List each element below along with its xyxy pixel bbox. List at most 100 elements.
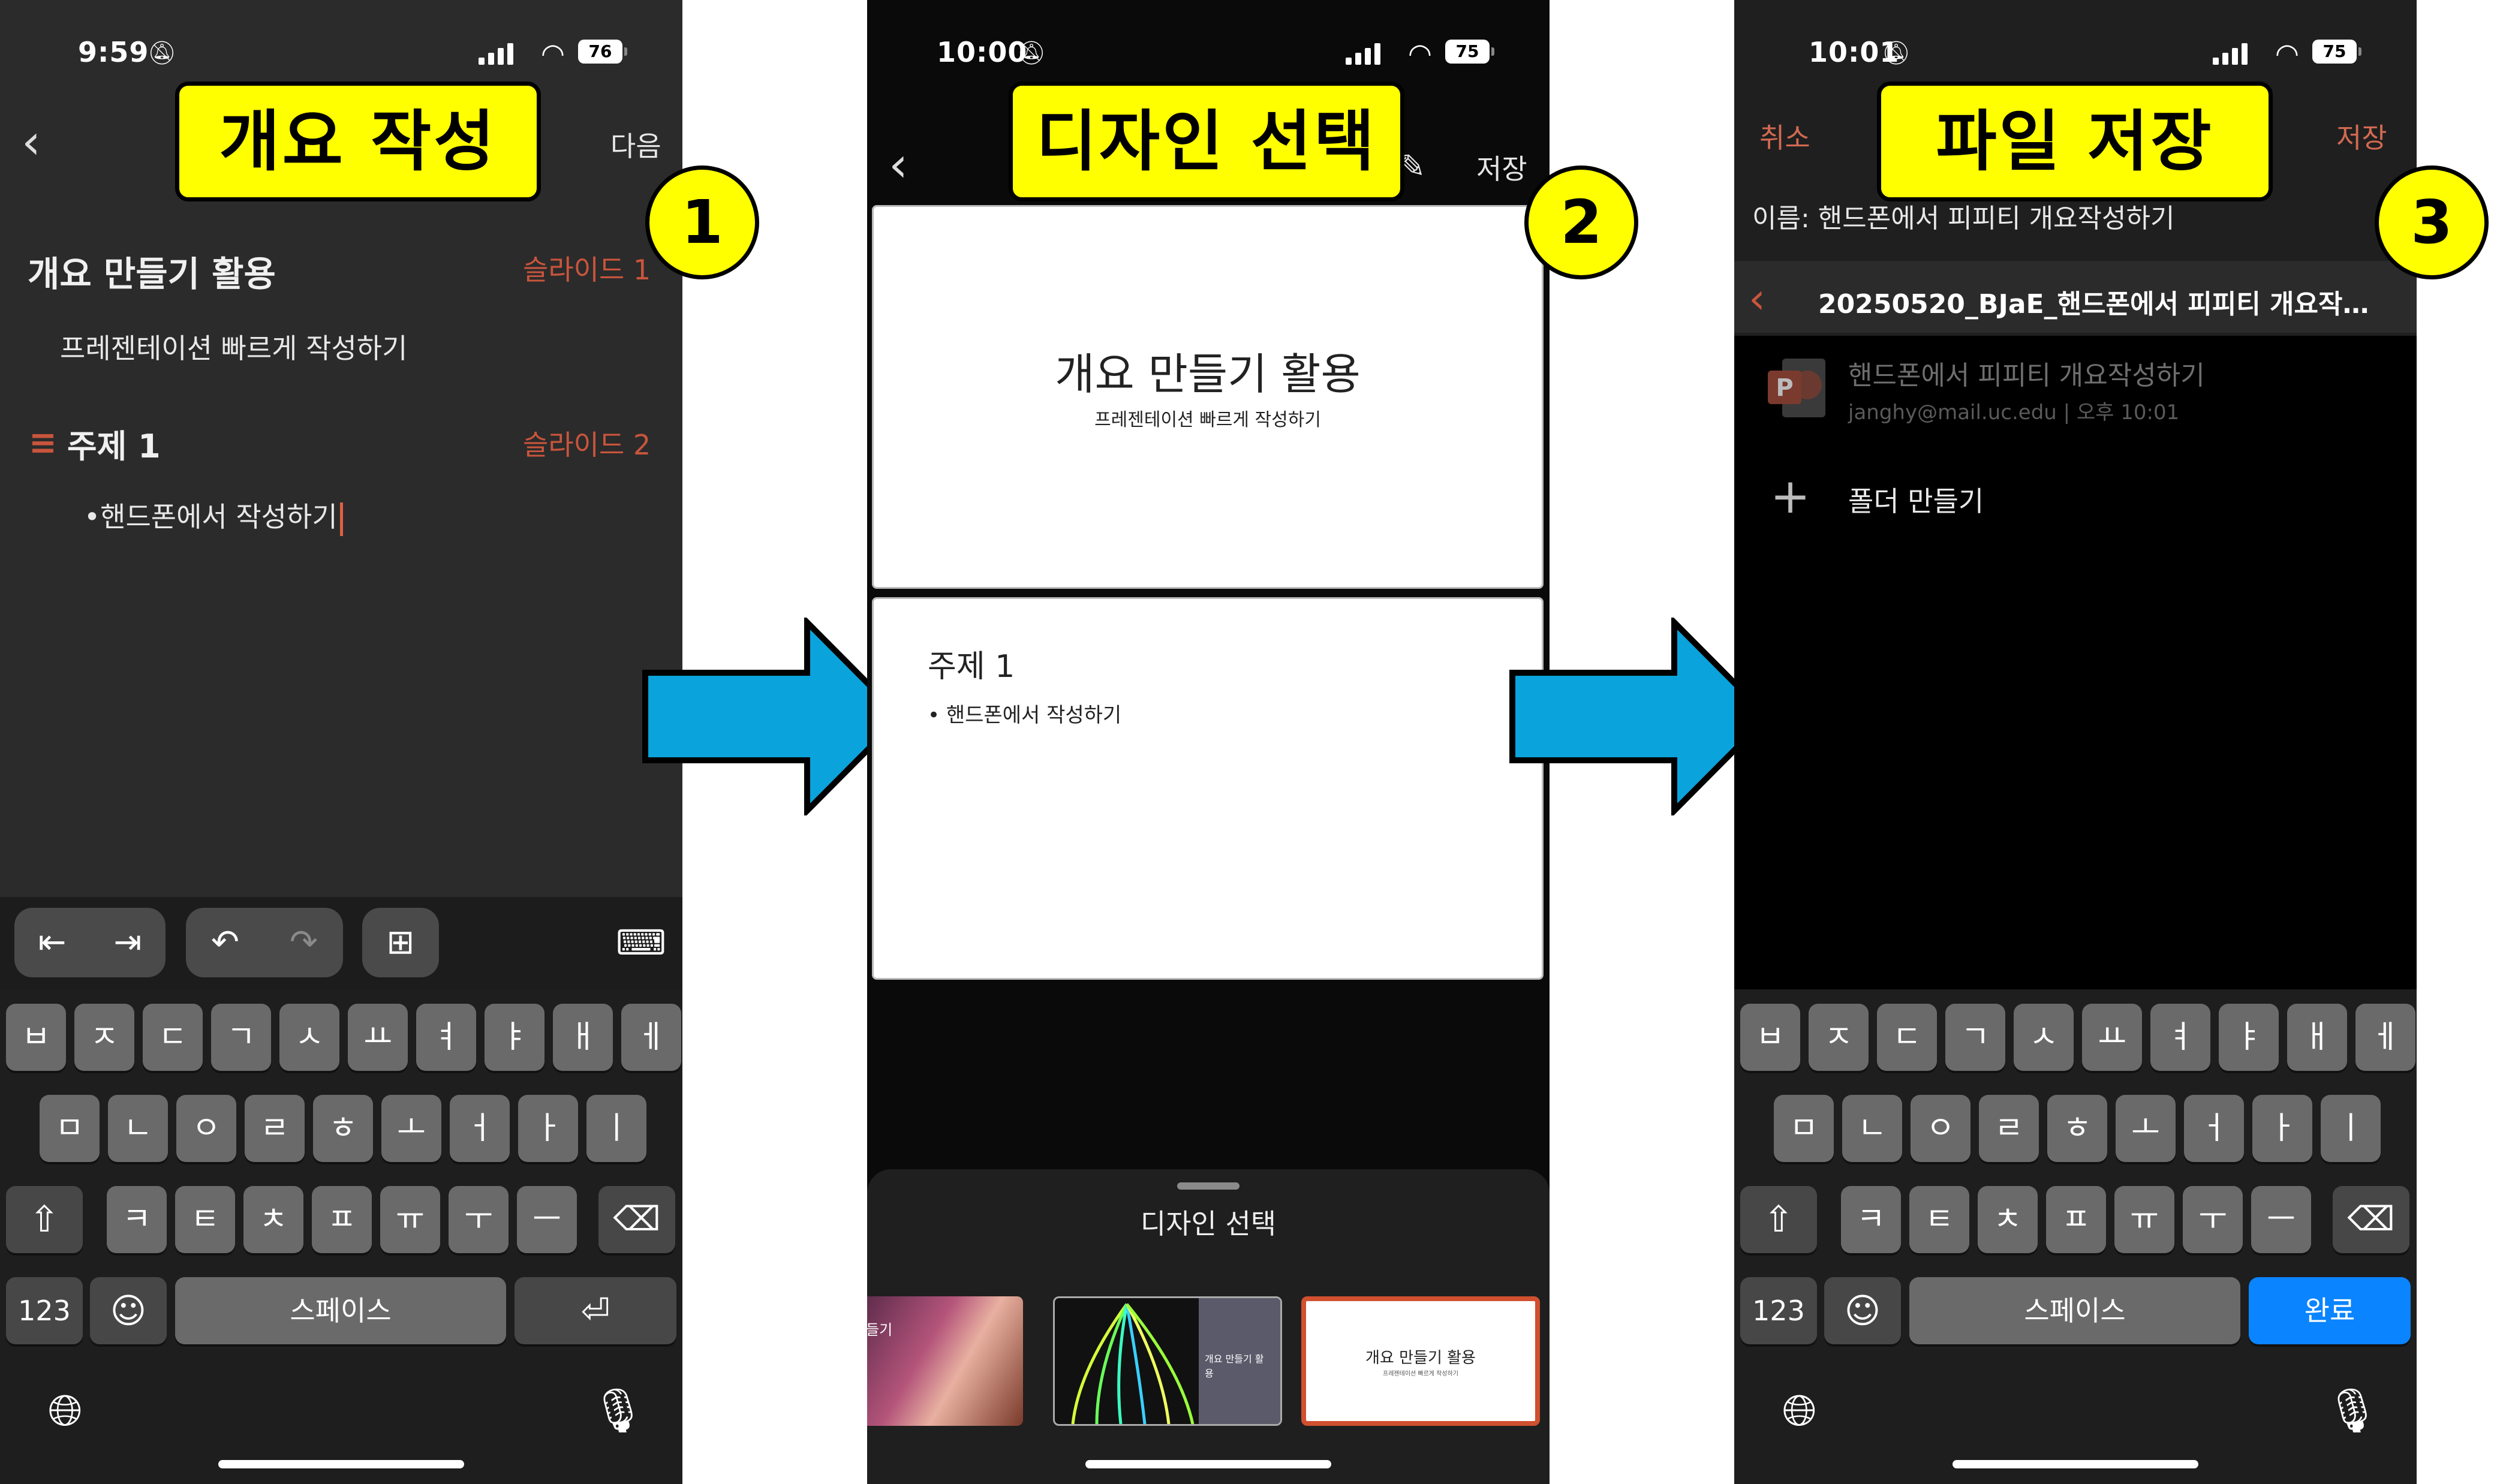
key-6[interactable]: ㅜ — [449, 1186, 509, 1253]
slide-preview-1[interactable]: 개요 만들기 활용 프레젠테이션 빠르게 작성하기 — [872, 205, 1544, 589]
key-3[interactable]: ㅊ — [243, 1186, 303, 1253]
key-4[interactable]: ㄱ — [211, 1004, 271, 1071]
undo-icon[interactable]: ↶ — [186, 908, 264, 977]
format-toolbar: ⇤ ⇥ ↶ ↷ ⊞ ⌨ — [0, 897, 682, 989]
backspace-key[interactable]: ⌫ — [598, 1186, 675, 1253]
key-4[interactable]: ㅍ — [312, 1186, 372, 1253]
key-5[interactable]: ㅠ — [2114, 1186, 2174, 1253]
key-7[interactable]: ㅕ — [2150, 1004, 2210, 1071]
key-9[interactable]: ㅐ — [553, 1004, 613, 1071]
key-4[interactable]: ㄱ — [1945, 1004, 2005, 1071]
return-key[interactable]: ⏎ — [515, 1277, 676, 1344]
key-2[interactable]: ㅈ — [74, 1004, 134, 1071]
key-4[interactable]: ㄹ — [245, 1095, 305, 1162]
key-6[interactable]: ㅜ — [2183, 1186, 2243, 1253]
step-label-1: 개요 작성 — [175, 82, 541, 201]
numbers-key[interactable]: 123 — [6, 1277, 83, 1344]
key-5[interactable]: ㅎ — [313, 1095, 373, 1162]
key-9[interactable]: ㅣ — [2321, 1095, 2381, 1162]
emoji-key[interactable]: ☺ — [90, 1277, 167, 1344]
key-8[interactable]: ㅏ — [518, 1095, 578, 1162]
key-2[interactable]: ㅌ — [1909, 1186, 1969, 1253]
cancel-button[interactable]: 취소 — [1759, 116, 1810, 156]
key-6[interactable]: ㅗ — [381, 1095, 441, 1162]
new-folder-button[interactable]: 폴더 만들기 — [1848, 480, 1984, 519]
space-key[interactable]: 스페이스 — [175, 1277, 506, 1344]
key-7[interactable]: ㅡ — [2251, 1186, 2311, 1253]
key-5[interactable]: ㅎ — [2047, 1095, 2107, 1162]
outline-topic[interactable]: 주제 1 — [67, 420, 161, 467]
key-4[interactable]: ㄹ — [1979, 1095, 2039, 1162]
existing-file-name[interactable]: 핸드폰에서 피피티 개요작성하기 — [1848, 354, 2205, 392]
key-1[interactable]: ㅁ — [40, 1095, 100, 1162]
save-button[interactable]: 저장 — [1476, 148, 1527, 187]
outline-subtitle[interactable]: 프레젠테이션 빠르게 작성하기 — [60, 327, 407, 366]
back-chevron-icon[interactable]: ‹ — [1749, 274, 1765, 323]
key-6[interactable]: ㅛ — [348, 1004, 408, 1071]
keyboard-hide-icon[interactable]: ⌨ — [614, 908, 668, 977]
key-9[interactable]: ㅣ — [586, 1095, 646, 1162]
key-3[interactable]: ㅊ — [1978, 1186, 2038, 1253]
file-name-field[interactable]: 이름: 핸드폰에서 피피티 개요작성하기 — [1752, 197, 2174, 235]
key-8[interactable]: ㅏ — [2252, 1095, 2312, 1162]
key-6[interactable]: ㅗ — [2116, 1095, 2176, 1162]
done-key[interactable]: 완료 — [2249, 1277, 2411, 1344]
next-button[interactable]: 다음 — [610, 125, 661, 164]
microphone-icon[interactable]: 🎙︎ — [591, 1385, 645, 1436]
key-5[interactable]: ㅅ — [2014, 1004, 2074, 1071]
key-2[interactable]: ㄴ — [1842, 1095, 1902, 1162]
backspace-key[interactable]: ⌫ — [2333, 1186, 2409, 1253]
key-1[interactable]: ㅂ — [1740, 1004, 1800, 1071]
key-10[interactable]: ㅔ — [621, 1004, 681, 1071]
key-7[interactable]: ㅓ — [450, 1095, 510, 1162]
key-3[interactable]: ㅇ — [176, 1095, 236, 1162]
key-7[interactable]: ㅕ — [416, 1004, 476, 1071]
emoji-key[interactable]: ☺ — [1824, 1277, 1901, 1344]
back-chevron-icon[interactable]: ‹ — [22, 114, 41, 170]
plus-icon[interactable]: + — [1770, 472, 1810, 520]
key-5[interactable]: ㅠ — [380, 1186, 440, 1253]
indent-icon[interactable]: ⇥ — [90, 908, 166, 977]
microphone-icon[interactable]: 🎙︎ — [2325, 1385, 2379, 1436]
globe-icon[interactable]: 🌐︎ — [48, 1385, 83, 1437]
back-chevron-icon[interactable]: ‹ — [889, 137, 908, 192]
outdent-icon[interactable]: ⇤ — [14, 908, 90, 977]
reorder-menu-icon[interactable]: ≡ — [29, 423, 57, 462]
key-1[interactable]: ㅋ — [107, 1186, 167, 1253]
phone-screen-design: 10:00 🔕︎ ◠ 75 ‹ ✎ 저장 개요 만들기 활용 프레젠테이션 빠르… — [867, 0, 1550, 1484]
slide-preview-2[interactable]: 주제 1 • 핸드폰에서 작성하기 — [872, 597, 1544, 980]
key-2[interactable]: ㄴ — [108, 1095, 168, 1162]
key-7[interactable]: ㅡ — [517, 1186, 577, 1253]
key-1[interactable]: ㅂ — [6, 1004, 66, 1071]
key-2[interactable]: ㅈ — [1809, 1004, 1869, 1071]
key-6[interactable]: ㅛ — [2082, 1004, 2142, 1071]
key-5[interactable]: ㅅ — [279, 1004, 339, 1071]
key-8[interactable]: ㅑ — [485, 1004, 544, 1071]
add-icon[interactable]: ⊞ — [362, 908, 439, 977]
numbers-key[interactable]: 123 — [1740, 1277, 1817, 1344]
save-button[interactable]: 저장 — [2336, 116, 2387, 156]
key-3[interactable]: ㅇ — [1911, 1095, 1970, 1162]
space-key[interactable]: 스페이스 — [1909, 1277, 2240, 1344]
sheet-grabber[interactable] — [1177, 1182, 1240, 1190]
key-3[interactable]: ㄷ — [143, 1004, 203, 1071]
outline-bullet[interactable]: •핸드폰에서 작성하기 — [84, 495, 343, 536]
key-10[interactable]: ㅔ — [2355, 1004, 2415, 1071]
redo-icon[interactable]: ↷ — [264, 908, 343, 977]
design-thumbnail-1[interactable]: 들기 — [867, 1296, 1023, 1426]
key-2[interactable]: ㅌ — [175, 1186, 235, 1253]
design-thumbnail-2[interactable]: 개요 만들기 활용 — [1053, 1296, 1282, 1426]
globe-icon[interactable]: 🌐︎ — [1782, 1385, 1817, 1437]
design-thumbnail-3-selected[interactable]: 개요 만들기 활용 프레젠테이션 빠르게 작성하기 — [1301, 1296, 1540, 1426]
key-1[interactable]: ㅋ — [1841, 1186, 1901, 1253]
key-8[interactable]: ㅑ — [2219, 1004, 2279, 1071]
key-4[interactable]: ㅍ — [2046, 1186, 2106, 1253]
shift-key[interactable]: ⇧ — [1740, 1186, 1817, 1253]
shift-key[interactable]: ⇧ — [6, 1186, 83, 1253]
slide-title: 개요 만들기 활용 — [1055, 349, 1361, 399]
outline-title[interactable]: 개요 만들기 활용 — [28, 246, 276, 296]
key-1[interactable]: ㅁ — [1774, 1095, 1834, 1162]
key-3[interactable]: ㄷ — [1877, 1004, 1937, 1071]
key-7[interactable]: ㅓ — [2184, 1095, 2244, 1162]
key-9[interactable]: ㅐ — [2287, 1004, 2347, 1071]
